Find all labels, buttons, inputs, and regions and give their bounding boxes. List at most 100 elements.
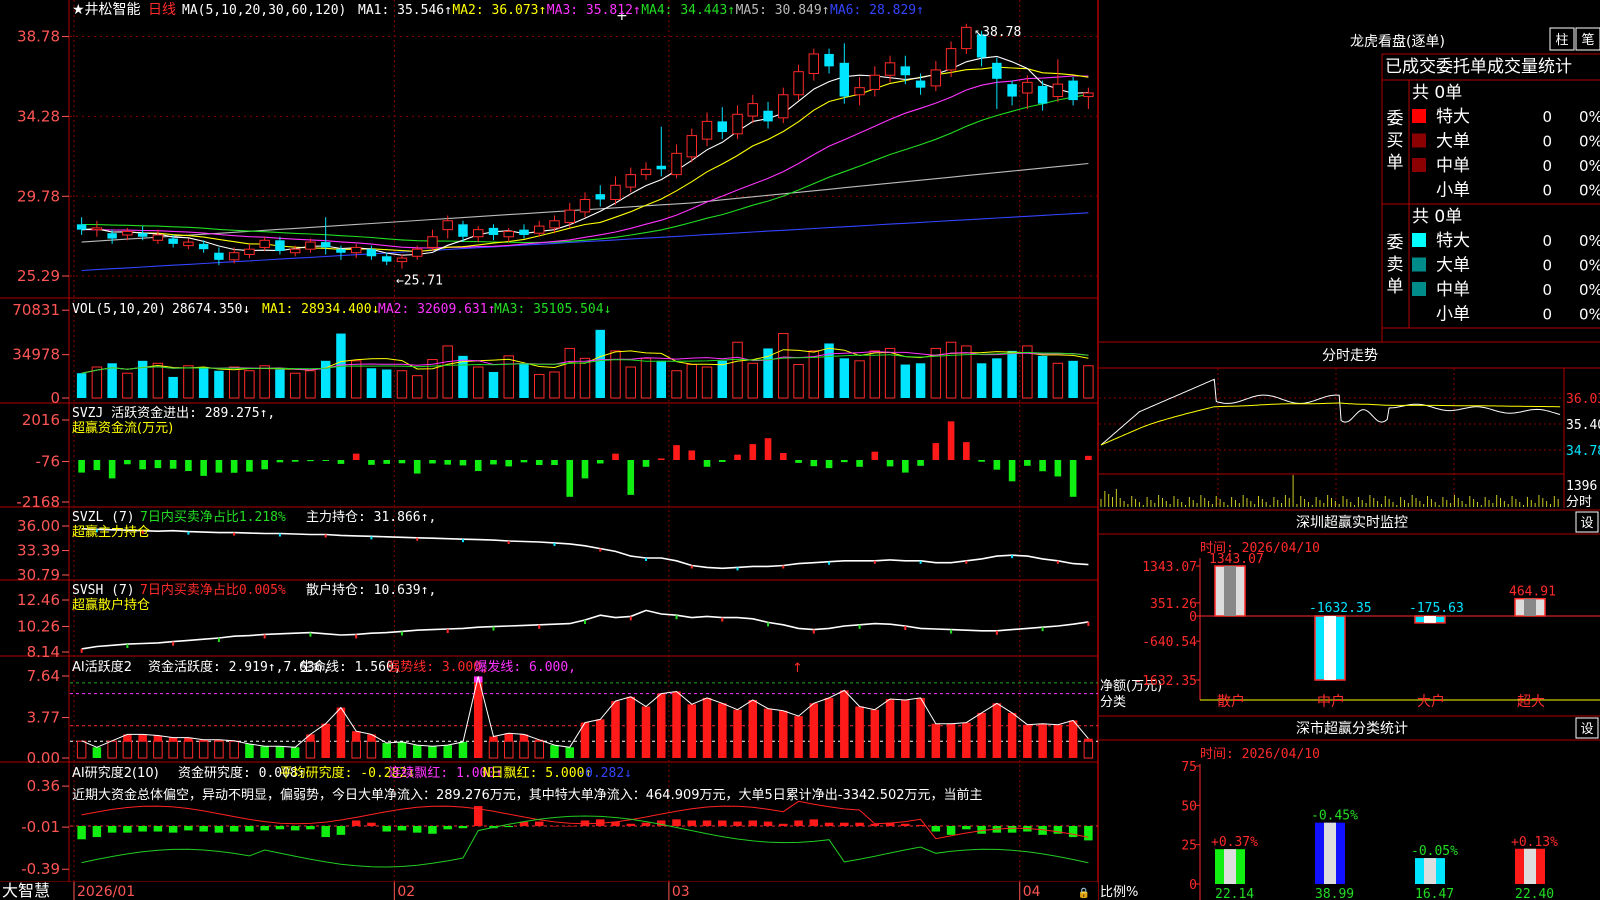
research-bar (1084, 826, 1093, 841)
date-label-3: 04 (1023, 884, 1041, 900)
sz-monitor-value-3: 464.91 (1509, 585, 1556, 600)
stock-name[interactable]: ★井松智能 (72, 2, 141, 18)
sz-class-bar-shine-3 (1524, 848, 1536, 884)
sell-row-count-1: 0 (1542, 257, 1552, 275)
svzl-tick (416, 537, 419, 541)
period-label[interactable]: 日线 (148, 2, 176, 18)
active-bar-mid (367, 734, 376, 742)
candle-body-down (1037, 85, 1048, 104)
active-bar-outline (488, 740, 499, 759)
active-bar-red (1023, 724, 1032, 758)
candle-body-up (701, 120, 713, 140)
lhb-tabs-row[interactable]: 已成交委托单成交量统计 (1385, 57, 1572, 77)
active-bar-red (595, 719, 605, 758)
active-bar-green (428, 746, 437, 758)
svsh-tick (950, 629, 953, 634)
svzj-bar (352, 453, 360, 460)
active-up-arrow: ↑ (792, 661, 803, 676)
candle-body-down (381, 256, 392, 262)
research-bar (443, 826, 452, 830)
tab-line-label[interactable]: 笔 (1581, 32, 1594, 48)
active-bar-red (794, 716, 803, 758)
active-bar-red (901, 700, 910, 758)
research-bar (351, 820, 361, 826)
svzl-tick (736, 567, 739, 571)
sz-class-ytick-2: 25 (1181, 839, 1197, 854)
intraday-vol-tick: 1396 (1566, 479, 1597, 494)
svzj-bar (764, 438, 772, 460)
svzj-bar (474, 460, 482, 472)
vol-bar-up (671, 370, 682, 399)
active-bar-outline (534, 740, 544, 759)
buy-row-name-3: 小单 (1436, 181, 1470, 201)
candle-body-up (778, 94, 789, 119)
svzj-bar (612, 453, 619, 460)
vol-bar-up (305, 370, 316, 399)
active-bar-red (779, 710, 788, 758)
vol-bar-down (275, 369, 285, 398)
svzj-bar (993, 460, 1001, 470)
research-bar (824, 822, 834, 826)
candle-body-up (625, 174, 636, 188)
svzj-bar (978, 460, 985, 462)
active-bar-red (992, 703, 1002, 758)
ma-legend-4: MA5: 30.849↑ (736, 3, 830, 18)
active-bar-outline (503, 740, 514, 759)
svzj-bar (398, 460, 406, 464)
tab-bar-label[interactable]: 柱 (1555, 33, 1568, 48)
research-bar (702, 820, 712, 826)
sz-monitor-ytick-3: -640.54 (1142, 635, 1197, 650)
vol-bar-down (976, 363, 987, 398)
research-bar (306, 826, 315, 830)
vol-bar-down (900, 364, 911, 398)
svzj-bar (337, 460, 345, 464)
sz-class-settings-label[interactable]: 设 (1580, 722, 1593, 737)
svzl-head: SVZL (7) (72, 510, 135, 525)
vol-bar-up (640, 357, 652, 399)
vol-bar-up (442, 345, 453, 399)
research-bar (367, 822, 376, 826)
active-bar-green (382, 742, 391, 758)
active-bar-red (809, 703, 819, 758)
svzj-bar (78, 460, 85, 473)
candle-body-up (472, 229, 484, 238)
vol-bar-up (549, 371, 560, 399)
svzj-bar (444, 460, 452, 465)
buy-row-name-1: 大单 (1436, 132, 1470, 152)
intraday-ytick-2: 34.78 (1566, 444, 1600, 459)
sz-monitor-value-2: -175.63 (1409, 601, 1464, 616)
candle-body-down (458, 224, 468, 237)
date-label-0: 2026/01 (77, 884, 135, 900)
svzj-bar (902, 460, 909, 473)
active-bar-outline (519, 740, 529, 759)
active-bar-red (1053, 724, 1063, 758)
vol-ytick-label-0: 70831 (12, 301, 60, 319)
svsh-ytick-label-1: 10.26 (17, 617, 60, 635)
brand-logo: 大智慧 (2, 881, 50, 900)
sz-class-change-1: -0.45% (1311, 809, 1358, 824)
candle-body-up (793, 71, 804, 96)
vol-bar-down (76, 373, 87, 398)
svzj-bar (856, 460, 863, 467)
lhb-title: 龙虎看盘(逐单) (1350, 33, 1445, 50)
research-bar (458, 826, 468, 829)
candle-body-up (1052, 83, 1064, 98)
terminal-canvas[interactable]: 38.7834.2829.7825.29↖38.78←25.71+★井松智能 日线… (0, 0, 1600, 900)
svsh-tick (584, 619, 586, 624)
svzj-bar (581, 460, 589, 479)
svzj-bar (459, 460, 467, 466)
sz-class-change-0: +0.37% (1211, 835, 1258, 850)
buy-row-swatch-1 (1412, 133, 1426, 148)
vol-bar-up (884, 347, 896, 399)
active-bar-outline (229, 740, 239, 759)
active-bar-red (748, 700, 758, 758)
candle-body-down (992, 62, 1002, 79)
svsh-tick (400, 631, 403, 636)
sz-monitor-settings-label[interactable]: 设 (1580, 516, 1593, 531)
candle-body-up (671, 152, 682, 176)
active-bar-outline (122, 740, 133, 759)
active-bar-red (321, 723, 330, 758)
candle-body-up (244, 248, 255, 256)
active-bar-outline (168, 740, 178, 759)
svzl-tick (370, 536, 373, 540)
